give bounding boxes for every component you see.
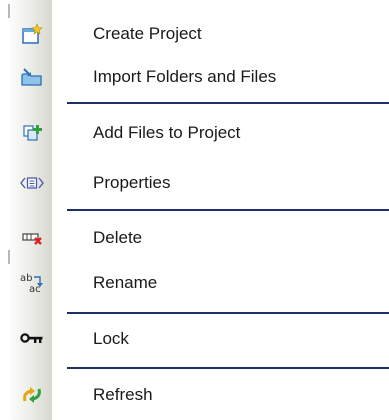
svg-text:ab: ab	[20, 273, 32, 284]
menu-item-add-files-to-project[interactable]: Add Files to Project	[0, 108, 389, 158]
menu-item-import-folders-files[interactable]: Import Folders and Files	[0, 52, 389, 102]
import-folder-icon	[12, 52, 52, 102]
menu-item-label: Import Folders and Files	[93, 67, 277, 86]
menu-separator	[67, 209, 389, 211]
menu-separator	[67, 102, 389, 104]
menu-item-label: Lock	[93, 329, 129, 348]
add-files-icon	[12, 108, 52, 158]
menu-item-label: Refresh	[93, 385, 153, 404]
context-menu: Create Project Import Folders and Files …	[0, 0, 389, 420]
menu-item-rename[interactable]: ab ac Rename	[0, 258, 389, 308]
menu-separator	[67, 367, 389, 369]
refresh-icon	[12, 370, 52, 420]
menu-item-refresh[interactable]: Refresh	[0, 370, 389, 420]
menu-item-label: Add Files to Project	[93, 123, 241, 142]
rename-icon: ab ac	[12, 258, 52, 308]
menu-item-label: Rename	[93, 273, 158, 292]
menu-item-properties[interactable]: Properties	[0, 158, 389, 208]
delete-icon	[12, 213, 52, 263]
menu-item-lock[interactable]: Lock	[0, 314, 389, 364]
menu-item-label: Properties	[93, 173, 171, 192]
menu-item-delete[interactable]: Delete	[0, 213, 389, 263]
properties-icon	[12, 158, 52, 208]
lock-key-icon	[12, 314, 52, 364]
svg-text:ac: ac	[29, 284, 41, 295]
menu-item-label: Delete	[93, 228, 143, 247]
